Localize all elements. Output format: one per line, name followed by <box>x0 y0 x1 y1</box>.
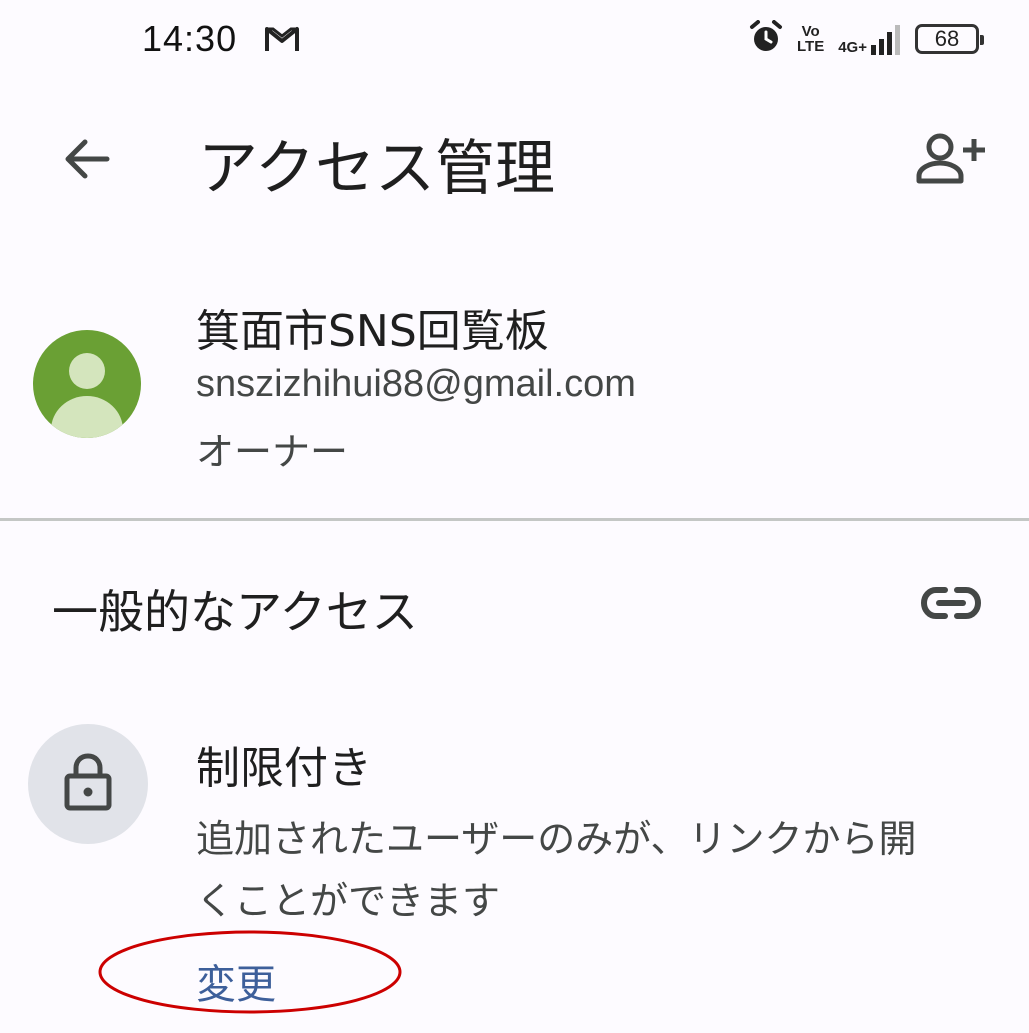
alarm-icon <box>749 20 783 58</box>
change-access-button[interactable]: 変更 <box>196 952 276 1010</box>
add-people-button[interactable] <box>910 125 990 197</box>
arrow-back-icon <box>59 132 113 190</box>
copy-link-button[interactable] <box>910 575 992 635</box>
access-management-screen: 14:30 Vo LTE 4G+ 68 アクセス管理 箕面市SNS回覧板 sns… <box>0 0 1029 1033</box>
owner-role: オーナー <box>196 430 349 474</box>
network-type: 4G+ <box>838 39 867 56</box>
owner-row[interactable]: 箕面市SNS回覧板 snszizhihui88@gmail.com オーナー <box>0 285 1029 485</box>
avatar <box>33 330 141 438</box>
status-icons: Vo LTE 4G+ 68 <box>749 20 984 58</box>
divider <box>0 518 1029 521</box>
lock-badge <box>28 724 148 844</box>
app-bar: アクセス管理 <box>0 100 1029 220</box>
volte-top: Vo <box>801 23 820 40</box>
status-bar: 14:30 Vo LTE 4G+ 68 <box>0 0 1029 80</box>
back-button[interactable] <box>50 125 122 197</box>
volte-icon: Vo LTE <box>797 24 824 54</box>
person-add-icon <box>914 131 986 191</box>
link-icon <box>919 585 983 625</box>
gmail-notification-icon <box>264 24 300 54</box>
owner-email: snszizhihui88@gmail.com <box>196 363 636 405</box>
access-level-title: 制限付き <box>196 743 372 794</box>
access-level-description: 追加されたユーザーのみが、リンクから開くことができます <box>196 817 917 923</box>
lock-icon <box>62 752 114 816</box>
status-time: 14:30 <box>142 18 238 59</box>
volte-bottom: LTE <box>797 38 825 55</box>
general-access-setting: 制限付き 追加されたユーザーのみが、リンクから開くことができます 変更 <box>0 720 1029 1020</box>
battery-indicator: 68 <box>915 24 984 54</box>
general-access-heading: 一般的なアクセス <box>52 585 418 639</box>
page-title: アクセス管理 <box>198 134 555 204</box>
signal-icon: 4G+ <box>838 23 901 55</box>
default-avatar-icon <box>51 353 123 438</box>
owner-name: 箕面市SNS回覧板 <box>196 306 549 357</box>
